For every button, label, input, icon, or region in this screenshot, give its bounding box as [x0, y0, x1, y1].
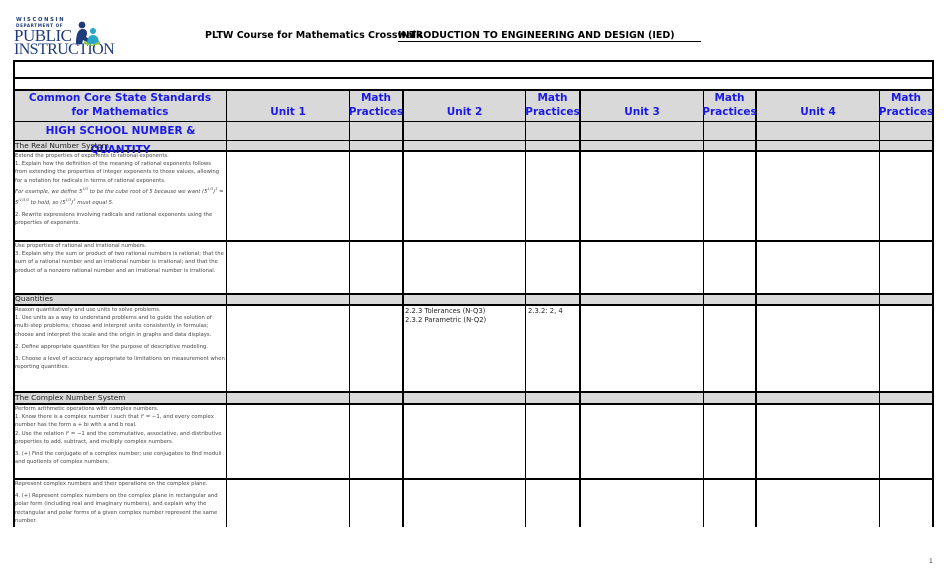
column-header-unit1: Unit 1 [270, 106, 306, 118]
column-divider [879, 90, 880, 527]
standard-text: 1. Explain how the definition of the mea… [15, 161, 220, 184]
unit2-lesson-entry: 2.3.2 Parametric (N-Q2) [405, 316, 487, 324]
row-divider [13, 60, 934, 62]
column-header-math-practices-2: Math Practices [525, 92, 580, 118]
standard-text: 4. (+) Represent complex numbers on the … [15, 493, 218, 524]
standard-text: 3. Choose a level of accuracy appropriat… [15, 356, 225, 371]
standard-text: 1. Know there is a complex number i such… [15, 414, 214, 429]
row-divider [13, 293, 934, 295]
section-title: Quantities [15, 294, 54, 303]
row-divider [13, 77, 934, 79]
column-header-standards: Common Core State Standards for Mathemat… [28, 92, 212, 118]
column-header-math-practices-3: Math Practices [702, 92, 757, 118]
column-header-math-practices-4: Math Practices [878, 92, 934, 118]
column-divider [755, 90, 757, 527]
column-header-math-practices-1: Math Practices [348, 92, 404, 118]
page-number: 1 [929, 558, 933, 565]
column-divider [349, 90, 350, 527]
cluster-heading: Represent complex numbers and their oper… [15, 481, 208, 487]
standard-block: Perform arithmetic operations with compl… [15, 405, 225, 466]
row-divider [13, 391, 934, 393]
standard-text: 1. Use units as a way to understand prob… [15, 315, 212, 338]
cluster-heading: Perform arithmetic operations with compl… [15, 406, 159, 412]
standard-text: 2. Use the relation i² = −1 and the comm… [15, 430, 222, 445]
standard-text: 3. (+) Find the conjugate of a complex n… [15, 451, 222, 466]
section-title: The Real Number System [15, 141, 109, 150]
column-divider [402, 90, 404, 527]
column-divider [226, 90, 227, 527]
standard-block: Use properties of rational and irrationa… [15, 242, 225, 275]
cluster-heading: Reason quantitatively and use units to s… [15, 307, 161, 313]
standard-text: 2. Rewrite expressions involving radical… [15, 211, 213, 226]
unit2-lesson-entry: 2.2.3 Tolerances (N-Q3) [405, 307, 486, 315]
section-title: The Complex Number System [15, 393, 126, 402]
cluster-heading: Use properties of rational and irrationa… [15, 243, 147, 249]
column-divider [932, 60, 934, 527]
unit2-math-practices-entry: 2.3.2: 2, 4 [528, 307, 563, 315]
column-divider [579, 90, 581, 527]
standard-text: 3. Explain why the sum or product of two… [15, 251, 224, 274]
cluster-heading: Extend the properties of exponents to ra… [15, 153, 169, 159]
column-header-unit2: Unit 2 [446, 106, 483, 118]
standard-block: Reason quantitatively and use units to s… [15, 306, 225, 371]
standard-block: Represent complex numbers and their oper… [15, 480, 225, 525]
standard-block: Extend the properties of exponents to ra… [15, 152, 225, 227]
column-header-unit4: Unit 4 [800, 106, 836, 118]
standard-text: 2. Define appropriate quantities for the… [15, 343, 209, 350]
column-divider [525, 90, 526, 527]
column-header-unit3: Unit 3 [624, 106, 660, 118]
crosswalk-table: Common Core State Standards for Mathemat… [0, 0, 950, 577]
column-divider [703, 90, 704, 527]
standard-example: For example, we define 51/3 to be the cu… [15, 186, 224, 206]
